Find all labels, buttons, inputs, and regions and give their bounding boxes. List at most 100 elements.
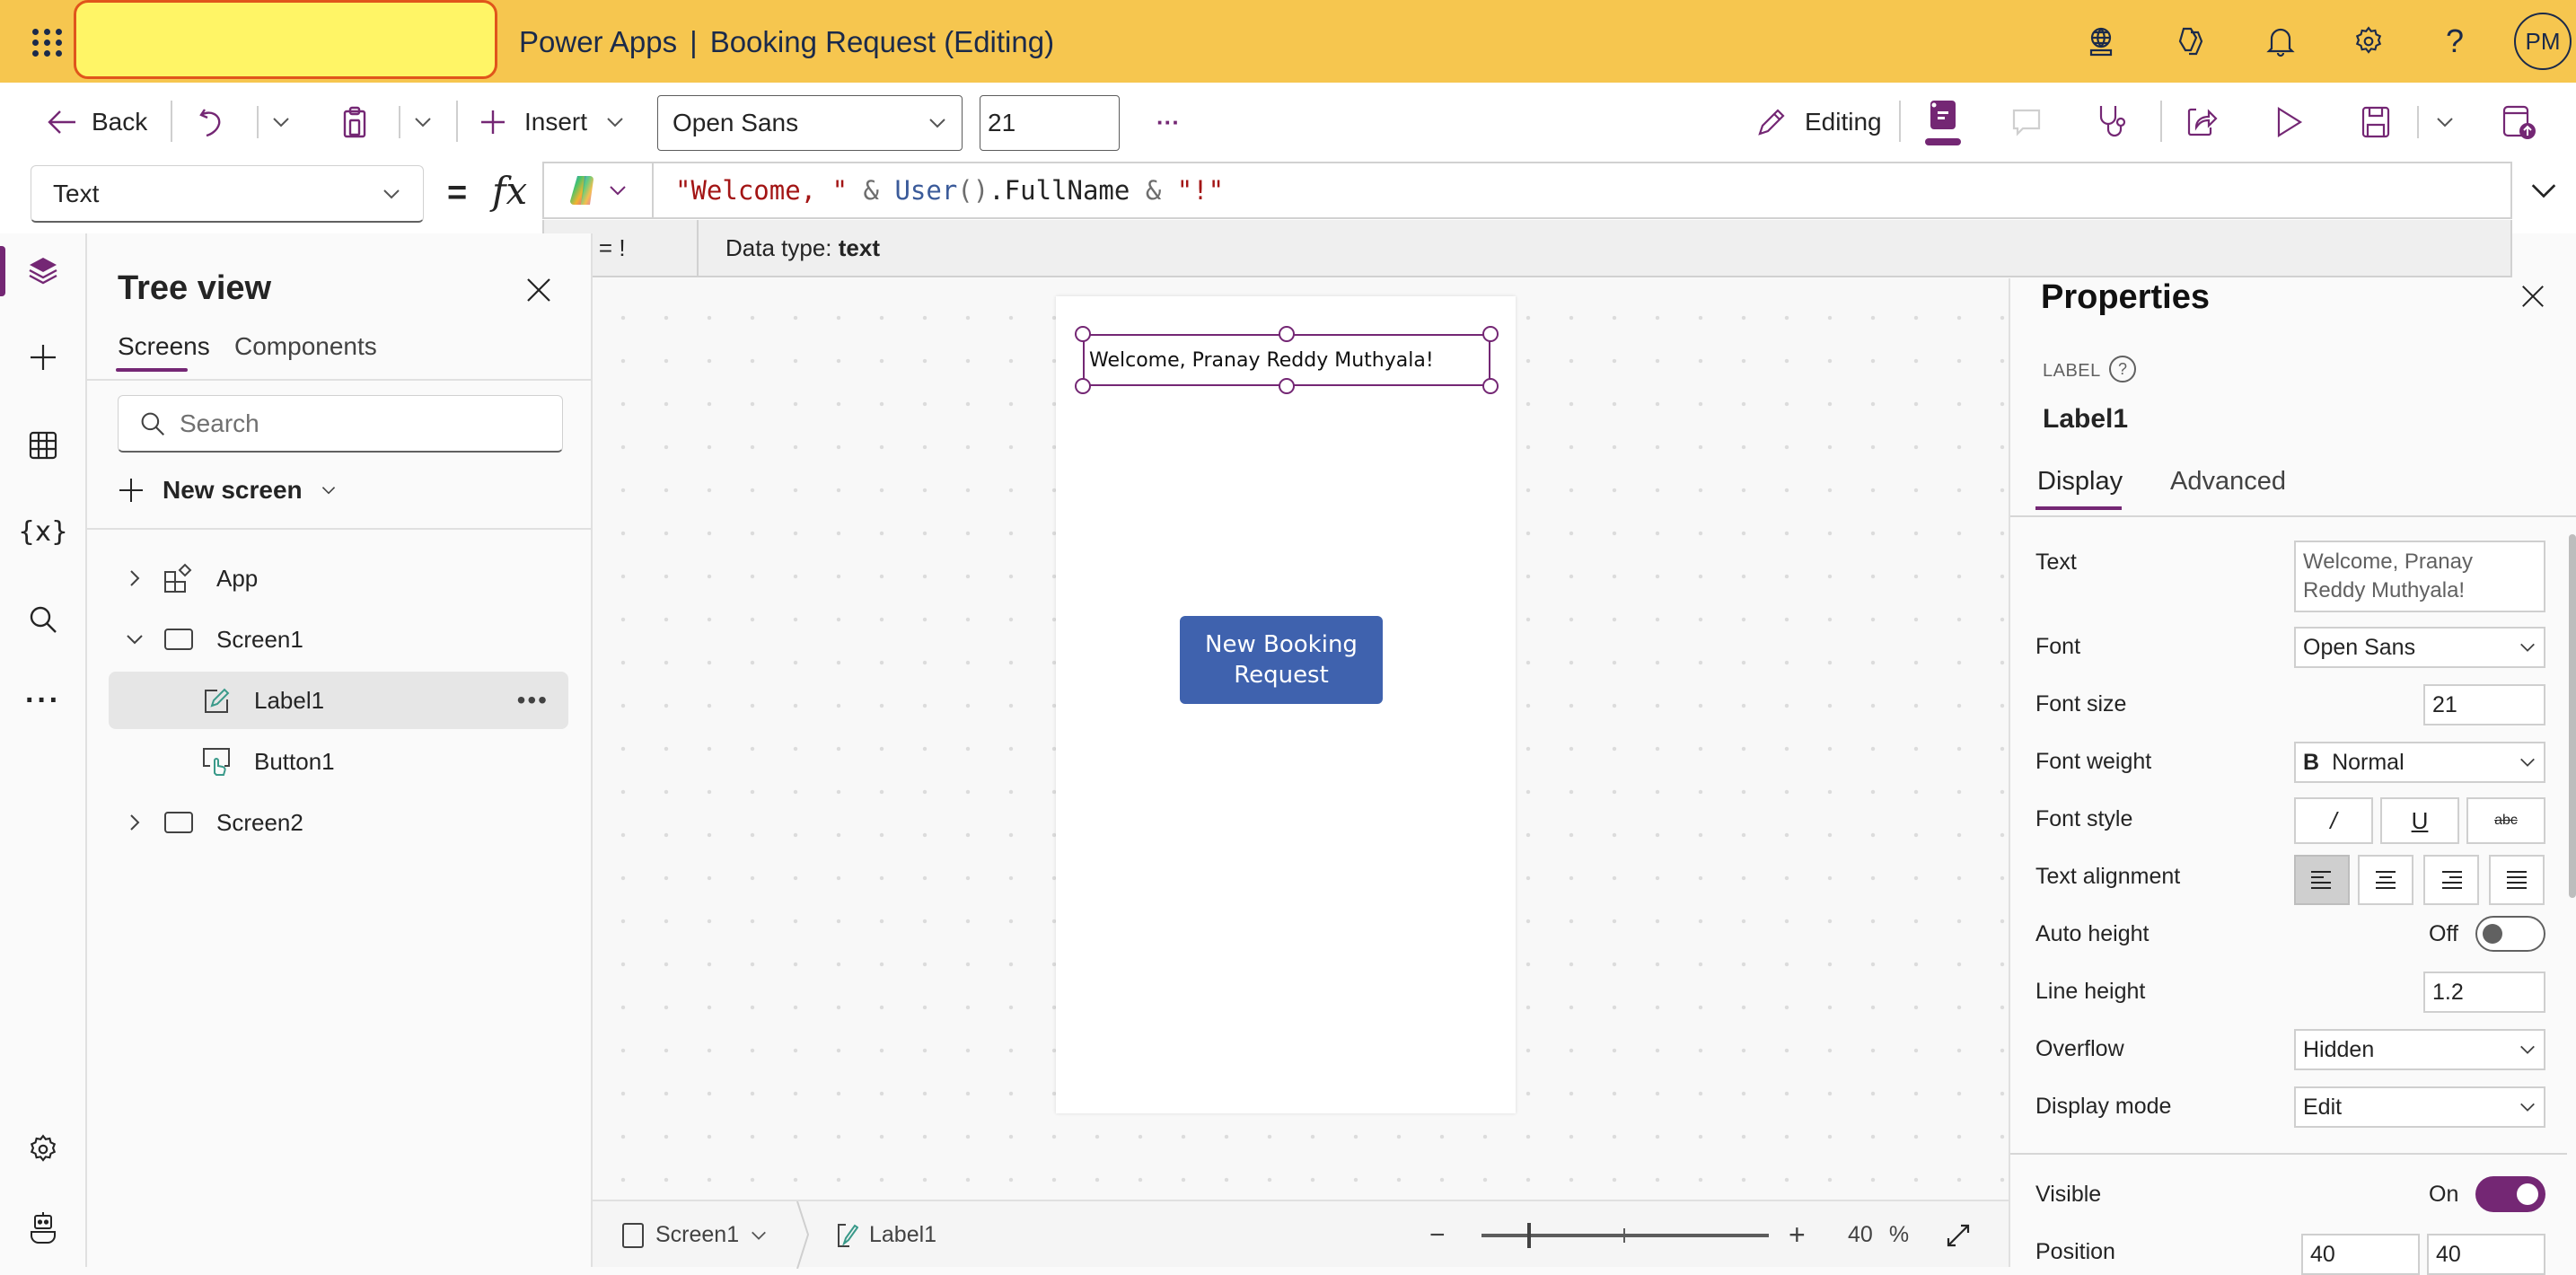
align-justify-icon — [2507, 871, 2527, 889]
tree-item-app[interactable]: App — [109, 550, 568, 607]
tab-advanced[interactable]: Advanced — [2170, 467, 2286, 497]
strikethrough-button[interactable]: abc — [2466, 797, 2545, 844]
tab-screens[interactable]: Screens — [118, 332, 210, 361]
tree-view-toggle-button[interactable] — [1925, 83, 1961, 162]
back-button[interactable]: Back — [47, 83, 147, 162]
rail-search-button[interactable] — [16, 593, 70, 646]
undo-button[interactable] — [198, 83, 224, 162]
properties-scrollbar[interactable] — [2569, 534, 2576, 898]
app-checker-button[interactable] — [2097, 83, 2130, 162]
publish-button[interactable] — [2501, 83, 2537, 162]
formula-text[interactable]: "Welcome, " & User().FullName & "!" — [654, 175, 1224, 206]
italic-button[interactable]: / — [2294, 797, 2373, 844]
font-weight-dropdown[interactable]: B Normal — [2294, 742, 2545, 783]
label1-control[interactable]: Welcome, Pranay Reddy Muthyala! — [1075, 326, 1499, 394]
tree-item-label1[interactable]: Label1 ••• — [109, 672, 568, 729]
font-family-dropdown[interactable]: Open Sans — [657, 95, 963, 151]
tab-components[interactable]: Components — [234, 332, 377, 361]
variables-icon[interactable]: {x} — [16, 505, 70, 558]
tree-item-screen2[interactable]: Screen2 — [109, 794, 568, 851]
font-size-input[interactable]: 21 — [2423, 684, 2545, 725]
zoom-out-button[interactable]: − — [1429, 1201, 1446, 1269]
resize-handle-bottom-right[interactable] — [1482, 378, 1499, 394]
visible-toggle[interactable] — [2475, 1176, 2545, 1212]
control-breadcrumb[interactable]: Label1 — [837, 1201, 936, 1269]
copilot-icon[interactable] — [2169, 20, 2212, 63]
active-tab-indicator — [116, 368, 188, 372]
chevron-right-icon[interactable] — [121, 568, 148, 588]
font-size-input[interactable]: 21 — [980, 95, 1120, 151]
paste-button[interactable] — [341, 83, 368, 162]
rail-tree-view-button[interactable] — [16, 244, 70, 298]
resize-handle-top-left[interactable] — [1075, 326, 1091, 342]
save-options-dropdown[interactable] — [2435, 83, 2455, 162]
chevron-down-icon[interactable] — [121, 633, 148, 646]
copilot-formula-button[interactable] — [544, 163, 654, 217]
button1-control[interactable]: New Booking Request — [1180, 616, 1383, 704]
control-name[interactable]: Label1 — [2043, 404, 2128, 435]
rail-insert-button[interactable] — [16, 330, 70, 384]
more-options-icon[interactable]: ··· — [16, 673, 70, 727]
underline-button[interactable]: U — [2380, 797, 2459, 844]
user-avatar[interactable]: PM — [2514, 13, 2572, 70]
new-screen-button[interactable]: New screen — [118, 463, 337, 517]
align-justify-button[interactable] — [2489, 855, 2545, 905]
tree-item-screen1[interactable]: Screen1 — [109, 611, 568, 668]
chevron-down-icon — [383, 189, 400, 198]
help-question-icon[interactable]: ? — [2109, 356, 2136, 382]
font-dropdown[interactable]: Open Sans — [2294, 627, 2545, 668]
insert-button[interactable]: Insert — [479, 83, 625, 162]
align-center-button[interactable] — [2358, 855, 2413, 905]
formula-input[interactable]: "Welcome, " & User().FullName & "!" — [542, 162, 2512, 219]
screen1-artboard[interactable]: Welcome, Pranay Reddy Muthyala! New Book… — [1056, 296, 1516, 1113]
more-commands-button[interactable]: ··· — [1156, 83, 1180, 162]
product-name[interactable]: Power Apps — [519, 25, 677, 58]
align-left-button[interactable] — [2294, 855, 2350, 905]
property-selector-dropdown[interactable]: Text — [31, 165, 424, 223]
close-icon — [2522, 286, 2544, 307]
settings-gear-icon[interactable] — [2347, 20, 2390, 63]
tree-item-button1[interactable]: Button1 — [109, 733, 568, 790]
divider — [2010, 1153, 2567, 1155]
paste-dropdown-button[interactable] — [413, 83, 433, 162]
screen-breadcrumb[interactable]: Screen1 — [621, 1201, 768, 1269]
editing-mode-button[interactable]: Editing — [1756, 83, 1882, 162]
zoom-slider-track[interactable] — [1481, 1234, 1769, 1237]
tab-display[interactable]: Display — [2037, 467, 2123, 497]
zoom-in-button[interactable]: + — [1789, 1201, 1806, 1269]
more-options-icon[interactable]: ••• — [517, 686, 549, 715]
align-right-button[interactable] — [2423, 855, 2479, 905]
display-mode-dropdown[interactable]: Edit — [2294, 1086, 2545, 1128]
text-property-input[interactable]: Welcome, Pranay Reddy Muthyala! — [2294, 541, 2545, 612]
close-tree-view-button[interactable] — [525, 277, 552, 303]
share-button[interactable] — [2185, 83, 2218, 162]
overflow-dropdown[interactable]: Hidden — [2294, 1029, 2545, 1070]
resize-handle-bottom[interactable] — [1279, 378, 1295, 394]
environment-globe-icon[interactable] — [2079, 20, 2123, 63]
undo-dropdown-button[interactable] — [271, 83, 291, 162]
preview-play-button[interactable] — [2275, 83, 2304, 162]
resize-handle-top[interactable] — [1279, 326, 1295, 342]
resize-handle-top-right[interactable] — [1482, 326, 1499, 342]
comments-button[interactable] — [2011, 83, 2042, 162]
expand-formula-bar-button[interactable] — [2530, 178, 2557, 205]
line-height-input[interactable]: 1.2 — [2423, 972, 2545, 1013]
close-properties-button[interactable] — [2520, 284, 2545, 309]
app-launcher-waffle-icon[interactable] — [27, 23, 63, 59]
fit-to-window-button[interactable] — [1945, 1201, 1972, 1269]
chevron-down-icon — [273, 118, 289, 128]
tree-search-input[interactable]: Search — [118, 395, 563, 453]
auto-height-toggle[interactable] — [2475, 916, 2545, 952]
position-y-input[interactable]: 40 — [2427, 1234, 2545, 1275]
save-button[interactable] — [2361, 83, 2390, 162]
design-canvas[interactable]: Welcome, Pranay Reddy Muthyala! New Book… — [593, 278, 2009, 1203]
rail-data-button[interactable] — [16, 418, 70, 472]
rail-virtual-agent-button[interactable] — [16, 1201, 70, 1255]
zoom-slider-thumb[interactable] — [1526, 1223, 1531, 1248]
notifications-bell-icon[interactable] — [2259, 20, 2302, 63]
resize-handle-bottom-left[interactable] — [1075, 378, 1091, 394]
position-x-input[interactable]: 40 — [2301, 1234, 2420, 1275]
help-question-icon[interactable]: ? — [2433, 20, 2476, 63]
chevron-right-icon[interactable] — [121, 813, 148, 832]
rail-settings-button[interactable] — [16, 1122, 70, 1176]
